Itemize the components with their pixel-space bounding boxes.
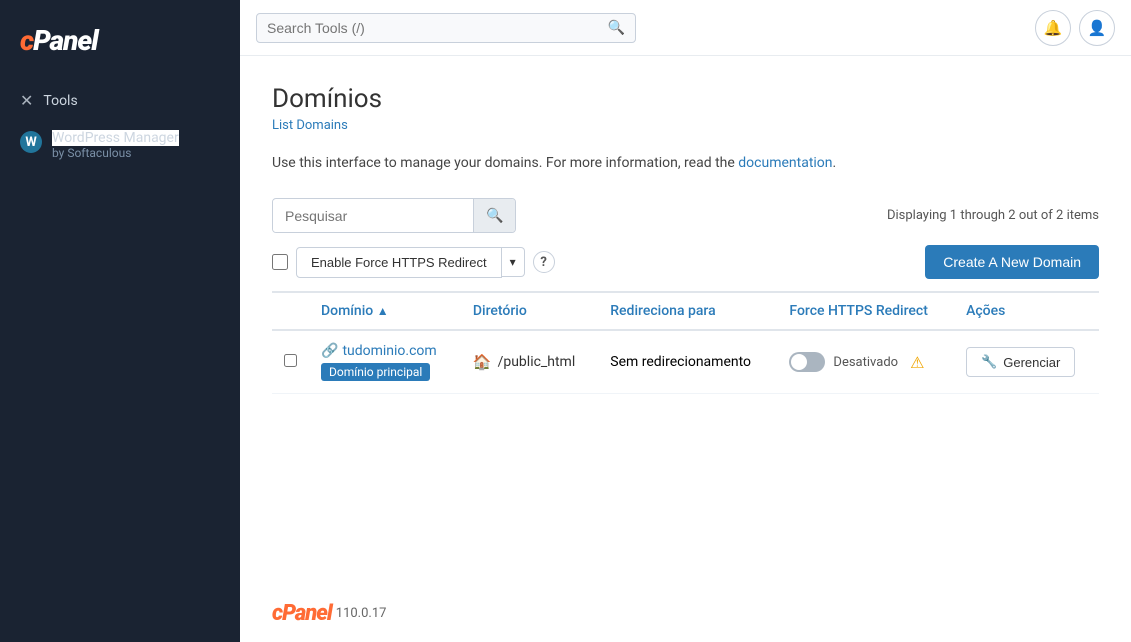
col-actions: Ações: [954, 292, 1099, 330]
domain-badge: Domínio principal: [321, 363, 430, 381]
domain-link[interactable]: 🔗 tudominio.com: [321, 343, 449, 359]
sort-arrow-icon: ▲: [377, 304, 389, 318]
controls-row: 🔍 Displaying 1 through 2 out of 2 items: [272, 198, 1099, 233]
info-text-after: .: [833, 155, 837, 171]
row-checkbox-cell: [272, 330, 309, 394]
domain-name: tudominio.com: [342, 343, 436, 359]
user-icon: 👤: [1088, 19, 1107, 37]
user-button[interactable]: 👤: [1079, 10, 1115, 46]
toolbar-row: Enable Force HTTPS Redirect ▾ ? Create A…: [272, 245, 1099, 291]
col-domain-label: Domínio: [321, 303, 373, 319]
documentation-link[interactable]: documentation: [738, 155, 832, 171]
breadcrumb[interactable]: List Domains: [272, 118, 1099, 133]
stats-text: Displaying 1 through 2 out of 2 items: [887, 208, 1099, 223]
row-redirect-cell: Sem redirecionamento: [598, 330, 777, 394]
col-force-label: Force HTTPS Redirect: [789, 303, 927, 319]
table-row: 🔗 tudominio.com Domínio principal 🏠 /pub…: [272, 330, 1099, 394]
manage-label: Gerenciar: [1003, 355, 1060, 370]
manage-button[interactable]: 🔧 Gerenciar: [966, 347, 1075, 377]
col-domain[interactable]: Domínio ▲: [309, 292, 461, 330]
domain-search[interactable]: 🔍: [272, 198, 516, 233]
external-link-icon: 🔗: [321, 343, 338, 359]
cpanel-logo: cPanel: [20, 24, 220, 57]
https-btn-group: Enable Force HTTPS Redirect ▾: [296, 247, 525, 278]
https-dropdown-button[interactable]: ▾: [502, 247, 525, 277]
sidebar-logo-area: cPanel: [0, 16, 240, 81]
sidebar: cPanel ✕ Tools W WordPress Manager by So…: [0, 0, 240, 642]
col-redirect: Redireciona para: [598, 292, 777, 330]
footer-logo: cPanel: [272, 601, 332, 626]
toggle-label: Desativado: [833, 355, 898, 370]
search-input[interactable]: [267, 20, 600, 36]
row-directory-cell: 🏠 /public_html: [461, 330, 598, 394]
table-body: 🔗 tudominio.com Domínio principal 🏠 /pub…: [272, 330, 1099, 394]
col-actions-label: Ações: [966, 303, 1005, 319]
create-domain-button[interactable]: Create A New Domain: [925, 245, 1099, 279]
page-title: Domínios: [272, 84, 1099, 114]
warning-icon: ⚠: [910, 353, 924, 372]
help-icon[interactable]: ?: [533, 251, 555, 273]
footer-version: 110.0.17: [336, 606, 387, 621]
sidebar-item-wordpress[interactable]: W WordPress Manager by Softaculous: [0, 120, 240, 170]
toggle-container: Desativado ⚠: [789, 352, 942, 372]
redirect-value: Sem redirecionamento: [610, 354, 751, 370]
col-directory: Diretório: [461, 292, 598, 330]
wrench-icon: 🔧: [981, 354, 997, 370]
force-https-toggle[interactable]: [789, 352, 825, 372]
wordpress-label: WordPress Manager: [52, 130, 179, 146]
main-area: 🔍 🔔 👤 Domínios List Domains Use this int…: [240, 0, 1131, 642]
domain-search-input[interactable]: [273, 200, 473, 232]
info-text: Use this interface to manage your domain…: [272, 153, 1099, 174]
sidebar-wp-text: WordPress Manager by Softaculous: [52, 130, 179, 160]
tools-icon: ✕: [20, 91, 33, 110]
row-force-cell: Desativado ⚠: [777, 330, 954, 394]
col-directory-label: Diretório: [473, 303, 527, 319]
row-domain-cell: 🔗 tudominio.com Domínio principal: [309, 330, 461, 394]
search-icon[interactable]: 🔍: [608, 20, 625, 36]
row-actions-cell: 🔧 Gerenciar: [954, 330, 1099, 394]
select-all-checkbox[interactable]: [272, 254, 288, 270]
home-icon: 🏠: [473, 353, 492, 371]
content-area: Domínios List Domains Use this interface…: [240, 56, 1131, 585]
directory-cell-content: 🏠 /public_html: [473, 353, 586, 371]
domain-search-button[interactable]: 🔍: [473, 199, 515, 232]
wordpress-sub-label: by Softaculous: [52, 146, 179, 160]
info-text-before: Use this interface to manage your domain…: [272, 155, 735, 171]
table-header: Domínio ▲ Diretório Redireciona para For…: [272, 292, 1099, 330]
directory-path: /public_html: [498, 354, 576, 370]
col-redirect-label: Redireciona para: [610, 303, 715, 319]
sidebar-item-tools[interactable]: ✕ Tools: [0, 81, 240, 120]
search-bar[interactable]: 🔍: [256, 13, 636, 43]
enable-https-button[interactable]: Enable Force HTTPS Redirect: [296, 247, 502, 278]
bell-icon: 🔔: [1044, 19, 1063, 37]
wordpress-icon: W: [20, 131, 42, 153]
notification-button[interactable]: 🔔: [1035, 10, 1071, 46]
domains-table: Domínio ▲ Diretório Redireciona para For…: [272, 291, 1099, 394]
footer: cPanel 110.0.17: [240, 585, 1131, 642]
sidebar-item-tools-label: Tools: [43, 93, 77, 109]
col-checkbox: [272, 292, 309, 330]
col-force: Force HTTPS Redirect: [777, 292, 954, 330]
header: 🔍 🔔 👤: [240, 0, 1131, 56]
row-checkbox[interactable]: [284, 354, 297, 367]
